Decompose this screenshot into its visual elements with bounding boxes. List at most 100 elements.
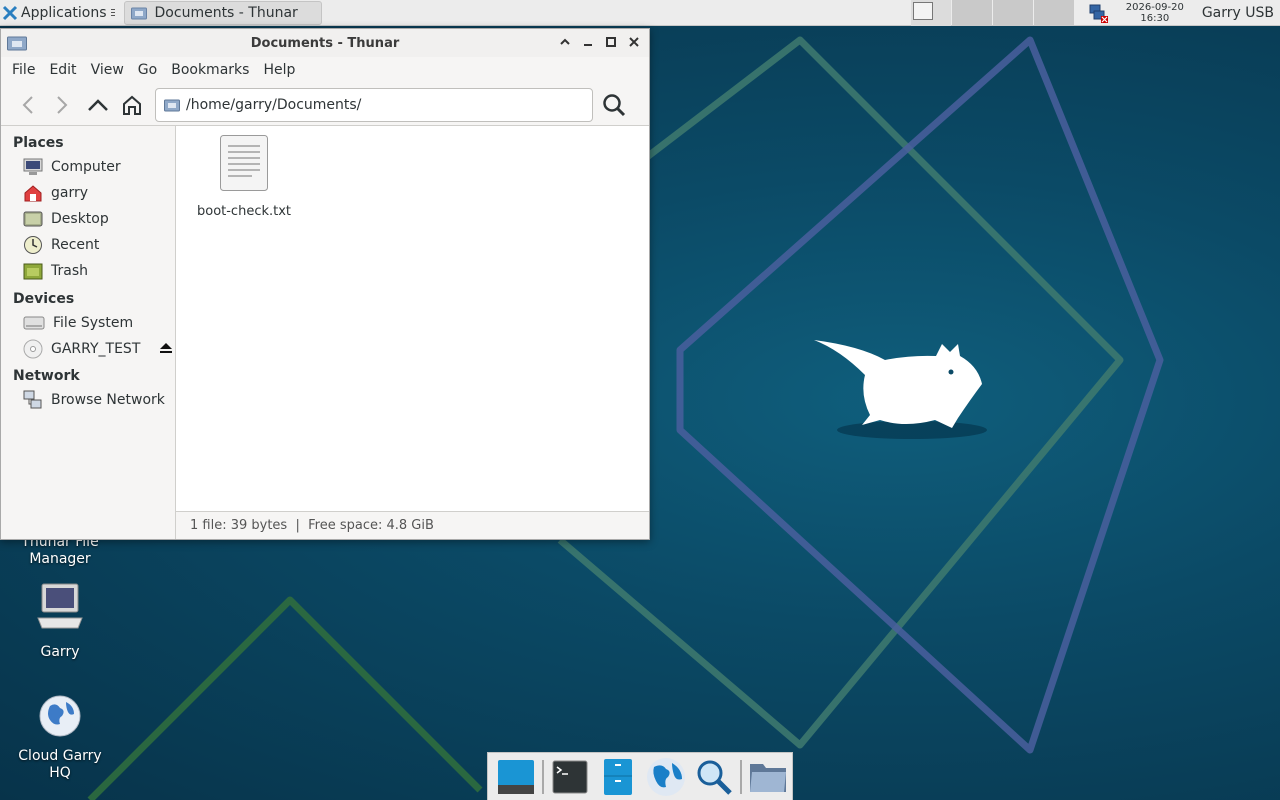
chevron-up-icon — [560, 38, 570, 45]
folder-icon — [750, 763, 786, 792]
computer-icon — [23, 158, 43, 175]
close-button[interactable] — [625, 33, 643, 51]
folder-icon — [164, 99, 180, 112]
file-view[interactable]: boot-check.txt 1 file: 39 bytes | Free s… — [176, 126, 649, 539]
home-icon — [24, 185, 42, 202]
globe-icon — [39, 695, 81, 737]
window-title: Documents - Thunar — [250, 35, 400, 51]
network-icon — [23, 390, 42, 409]
drive-icon — [23, 316, 45, 330]
desktop-icon-label: HQ — [49, 765, 71, 781]
desktop-icon-label: Manager — [29, 551, 91, 567]
thunar-window: Documents - Thunar File Edit View Go Boo… — [0, 28, 650, 540]
sidebar-item-label: Desktop — [51, 211, 109, 227]
forward-arrow-icon — [57, 96, 68, 114]
clock[interactable]: 2026-09-20 16:30 — [1118, 2, 1192, 24]
sidebar-item-label: File System — [53, 315, 134, 331]
minimize-icon — [584, 44, 592, 46]
desktop-icon — [23, 211, 43, 227]
sidebar-item-label: GARRY_TEST — [51, 341, 141, 357]
web-browser-icon — [647, 757, 685, 796]
menu-file[interactable]: File — [5, 62, 42, 78]
home-button[interactable] — [115, 88, 149, 122]
desktop-icon-label: Cloud Garry — [18, 748, 102, 764]
desktop-icon-cloud[interactable]: Cloud Garry HQ — [10, 694, 110, 782]
minimize-button[interactable] — [579, 33, 597, 51]
desktop-icon-garry[interactable]: Garry — [10, 582, 110, 661]
shade-button[interactable] — [556, 33, 574, 51]
app-finder-button[interactable] — [690, 754, 738, 800]
file-item[interactable]: boot-check.txt — [194, 134, 294, 219]
xfce-logo-icon — [2, 5, 18, 20]
location-bar[interactable]: /home/garry/Documents/ — [155, 88, 593, 122]
status-text: 1 file: 39 bytes | Free space: 4.8 GiB — [190, 518, 434, 533]
folder-icon — [130, 7, 147, 19]
forward-button[interactable] — [43, 88, 81, 122]
search-button[interactable] — [597, 88, 631, 122]
show-desktop-button[interactable] — [492, 754, 540, 800]
window-titlebar[interactable]: Documents - Thunar — [1, 29, 649, 57]
menu-help[interactable]: Help — [256, 62, 302, 78]
sidebar-item-desktop[interactable]: Desktop — [1, 206, 175, 232]
trash-icon — [23, 263, 43, 280]
show-desktop-icon — [498, 759, 534, 794]
up-arrow-icon — [88, 99, 108, 111]
menu-bookmarks[interactable]: Bookmarks — [164, 62, 256, 78]
home-icon — [123, 95, 141, 115]
sidebar-heading-devices: Devices — [13, 291, 75, 307]
taskbar-button-thunar[interactable]: Documents - Thunar — [123, 0, 322, 25]
status-bar: 1 file: 39 bytes | Free space: 4.8 GiB — [176, 511, 649, 539]
optical-disc-icon — [23, 339, 43, 359]
file-manager-icon — [604, 758, 632, 795]
web-browser-button[interactable] — [642, 754, 690, 800]
terminal-button[interactable] — [546, 754, 594, 800]
sidebar-item-garry-test[interactable]: GARRY_TEST — [1, 336, 175, 362]
applications-label: Applications — [21, 4, 107, 21]
sidebar-item-label: Recent — [51, 237, 100, 253]
back-button[interactable] — [13, 88, 43, 122]
workspace-2[interactable] — [951, 0, 992, 26]
maximize-icon — [606, 37, 616, 47]
menu-edit[interactable]: Edit — [42, 62, 83, 78]
workspace-3[interactable] — [992, 0, 1033, 26]
sidebar-item-browse-network[interactable]: Browse Network — [1, 387, 175, 413]
xfce-mouse-logo — [814, 340, 982, 428]
network-status-icon[interactable] — [1086, 0, 1112, 26]
search-icon — [603, 94, 626, 117]
clock-date: 2026-09-20 — [1125, 1, 1184, 13]
folder-button[interactable] — [744, 754, 792, 800]
menubar: File Edit View Go Bookmarks Help — [1, 57, 649, 83]
eject-icon[interactable] — [159, 341, 173, 355]
up-button[interactable] — [81, 88, 115, 122]
sidebar-item-trash[interactable]: Trash — [1, 258, 175, 284]
sidebar-heading-network: Network — [13, 368, 80, 384]
file-name: boot-check.txt — [196, 204, 292, 219]
sidebar-item-garry[interactable]: garry — [1, 180, 175, 206]
taskbar-title: Documents - Thunar — [154, 4, 298, 21]
sidebar-heading-places: Places — [13, 135, 64, 151]
workspace-4[interactable] — [1033, 0, 1074, 26]
file-manager-button[interactable] — [594, 754, 642, 800]
menu-view[interactable]: View — [84, 62, 131, 78]
clock-icon — [24, 236, 42, 254]
bottom-dock — [487, 752, 793, 800]
sidebar: Places Computer garry Desktop Recent Tra… — [1, 126, 176, 539]
workspace-1[interactable] — [910, 0, 951, 26]
sidebar-item-recent[interactable]: Recent — [1, 232, 175, 258]
toolbar: /home/garry/Documents/ — [1, 83, 649, 127]
dock-separator — [740, 759, 742, 794]
sidebar-item-filesystem[interactable]: File System — [1, 310, 175, 336]
menu-go[interactable]: Go — [131, 62, 164, 78]
sidebar-item-label: garry — [51, 185, 89, 201]
user-menu[interactable]: Garry USB — [1202, 5, 1280, 21]
sidebar-item-label: Browse Network — [51, 392, 165, 408]
top-panel: Applications Documents - Thunar 2026-09-… — [0, 0, 1280, 26]
maximize-button[interactable] — [602, 33, 620, 51]
applications-menu-button[interactable]: Applications — [0, 0, 120, 26]
computer-icon — [37, 583, 83, 629]
clock-time: 16:30 — [1140, 12, 1170, 24]
sidebar-item-computer[interactable]: Computer — [1, 154, 175, 180]
terminal-icon — [552, 760, 588, 793]
back-arrow-icon — [22, 96, 33, 114]
text-file-icon — [220, 135, 268, 191]
